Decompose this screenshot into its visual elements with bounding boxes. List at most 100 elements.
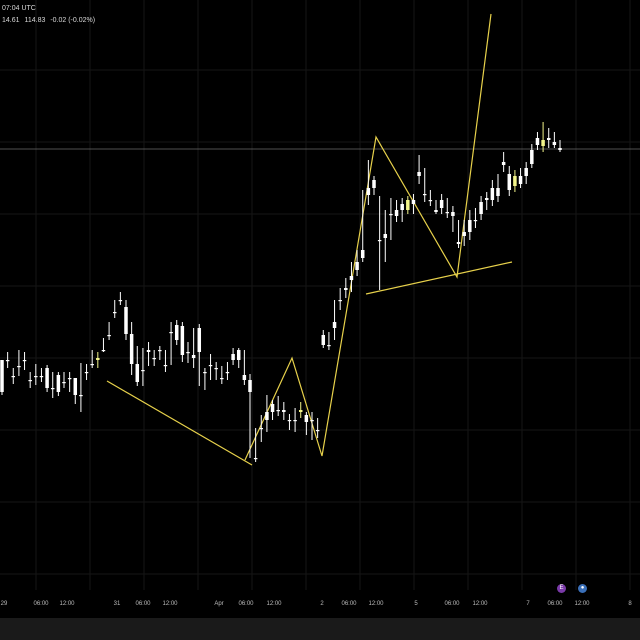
candle-body	[208, 365, 213, 367]
candle-body	[360, 250, 365, 258]
candle-body	[372, 180, 376, 188]
candle-body	[473, 220, 478, 222]
candle-body	[287, 420, 292, 422]
candle-body	[186, 352, 190, 354]
candle-body	[101, 350, 106, 352]
candle-body	[406, 200, 410, 210]
x-tick-label: 12:00	[162, 601, 178, 607]
x-tick-label: 29	[1, 601, 8, 607]
candle-body	[490, 188, 495, 200]
candle-body	[39, 376, 44, 378]
candle-body	[248, 380, 252, 392]
candle-body	[332, 322, 337, 328]
chart-frame[interactable]: 29 06:00 12:00 31 06:00 12:00 Apr 06:00 12:00 2 06…	[0, 0, 640, 640]
pattern-lines	[106, 13, 513, 466]
pattern-line	[106, 380, 253, 466]
candle-body	[118, 300, 123, 302]
candle-body	[197, 328, 202, 352]
candle-body	[310, 420, 314, 422]
candle-body	[5, 360, 10, 362]
candle-body	[428, 200, 433, 202]
candle-body	[174, 325, 179, 340]
x-tick-label: 2	[320, 601, 324, 607]
x-tick-label: 31	[114, 601, 121, 607]
x-tick-label: 7	[526, 601, 530, 607]
candle-body	[90, 364, 94, 366]
candle-body	[518, 176, 523, 184]
x-tick-label: 06:00	[341, 601, 357, 607]
candle-body	[484, 198, 489, 200]
candle-body	[62, 382, 66, 384]
candle-body	[304, 415, 309, 422]
ohlc-value-1: 14.61	[2, 17, 20, 24]
candle-body	[422, 194, 427, 196]
candle-body	[338, 300, 342, 302]
candle-body	[383, 234, 388, 238]
pattern-line	[365, 261, 513, 295]
candle-body	[67, 378, 72, 380]
x-tick-label: 5	[414, 601, 418, 607]
candle-body	[22, 360, 27, 362]
candle-body	[180, 326, 185, 355]
header-time: 07:04 UTC	[2, 5, 36, 12]
candle-body	[355, 262, 359, 270]
candle-body	[45, 368, 49, 388]
candle-body	[552, 142, 557, 145]
candle-body	[11, 376, 16, 378]
candle-body	[107, 335, 111, 337]
x-tick-label: 06:00	[238, 601, 254, 607]
candle-body	[276, 410, 280, 412]
candle-body	[411, 200, 416, 204]
flag-icon[interactable]: ●	[578, 584, 587, 593]
candle-body	[377, 240, 382, 242]
candle-body	[541, 140, 545, 146]
candle-body	[124, 307, 128, 334]
bottom-toolbar	[0, 618, 640, 640]
candle-body	[84, 372, 89, 374]
ohlc-value-3: -0.02 (-0.02%)	[50, 17, 96, 24]
ohlc-readout: 14.61 114.83 -0.02 (-0.02%)	[2, 17, 98, 24]
candle-body	[434, 210, 438, 212]
candle-body	[236, 350, 241, 360]
candle-body	[50, 388, 55, 390]
candle-body	[327, 345, 331, 347]
candle-body	[225, 372, 230, 374]
candle-body	[129, 334, 134, 364]
candle-body	[524, 168, 528, 176]
candle-body	[141, 370, 145, 372]
candle-body	[456, 242, 461, 244]
x-tick-label: 06:00	[444, 601, 460, 607]
candle-body	[513, 176, 517, 186]
candle-body	[265, 412, 269, 420]
candle-body	[259, 428, 264, 430]
x-tick-label: 12:00	[59, 601, 75, 607]
candles	[0, 122, 562, 462]
candle-body	[501, 162, 506, 165]
candle-body	[468, 220, 472, 232]
candle-body	[546, 138, 551, 140]
ohlc-value-2: 114.83	[24, 17, 46, 24]
candle-body	[394, 210, 399, 216]
candle-body	[112, 312, 117, 314]
event-icon[interactable]: E	[557, 584, 566, 593]
candle-body	[214, 368, 218, 370]
candle-body	[349, 276, 354, 280]
x-tick-label: 8	[628, 601, 632, 607]
candle-body	[0, 360, 4, 392]
candle-body	[315, 430, 320, 432]
candle-body	[158, 350, 162, 352]
candle-body	[203, 372, 207, 374]
candle-body	[479, 202, 483, 214]
candlestick-chart[interactable]: 29 06:00 12:00 31 06:00 12:00 Apr 06:00 12:00 2 06…	[0, 0, 640, 640]
candle-body	[462, 232, 466, 236]
candle-body	[344, 288, 348, 290]
candle-body	[96, 358, 100, 360]
candle-body	[282, 410, 286, 412]
candle-body	[293, 420, 297, 422]
candle-body	[28, 380, 32, 382]
candle-body	[163, 365, 168, 367]
candle-body	[73, 378, 78, 395]
x-tick-label: 06:00	[135, 601, 151, 607]
candle-body	[253, 458, 258, 460]
candle-body	[366, 188, 371, 195]
